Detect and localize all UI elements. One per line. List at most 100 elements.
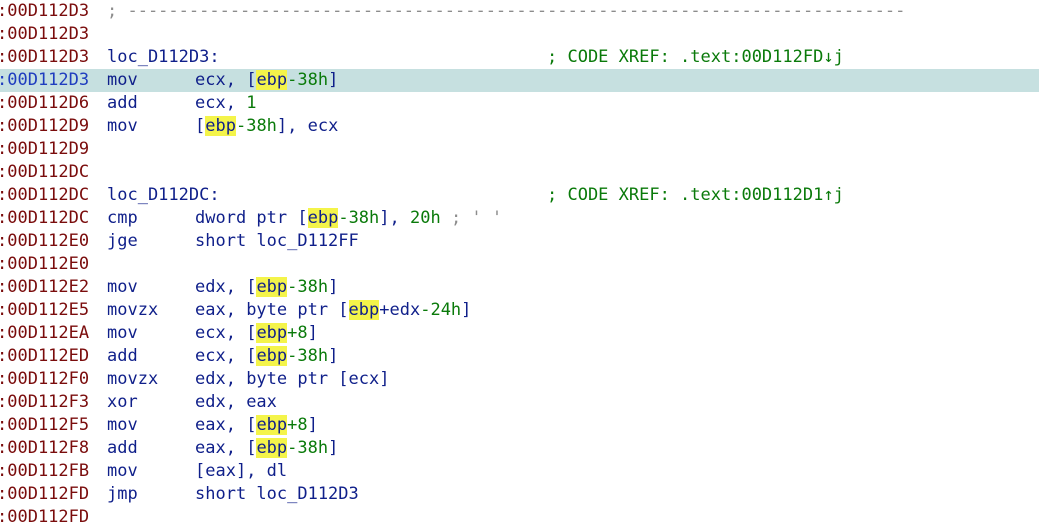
operands[interactable]: [eax], dl: [195, 460, 287, 483]
mnemonic[interactable]: mov: [107, 276, 138, 299]
highlighted-register[interactable]: ebp: [348, 300, 380, 320]
separator-line[interactable]: :00D112D3 ; -----------------------------…: [0, 0, 1039, 23]
operands[interactable]: short loc_D112D3: [195, 483, 359, 506]
operand-token[interactable]: , [: [226, 277, 257, 297]
operand-token[interactable]: ]: [308, 415, 318, 435]
mnemonic[interactable]: mov: [107, 115, 138, 138]
mnemonic[interactable]: add: [107, 345, 138, 368]
numeric-operand[interactable]: -38h: [287, 70, 328, 90]
mnemonic[interactable]: mov: [107, 414, 138, 437]
operand-token[interactable]: , [: [226, 323, 257, 343]
operand-token[interactable]: , byte ptr [: [226, 300, 349, 320]
operand-token[interactable]: dword ptr: [195, 208, 297, 228]
blank-line[interactable]: :00D112E0: [0, 253, 1039, 276]
operands[interactable]: edx, [ebp-38h]: [195, 276, 338, 299]
xref-comment[interactable]: ; CODE XREF: .text:00D112D1↑j: [547, 184, 844, 207]
numeric-operand[interactable]: -38h: [236, 116, 277, 136]
mnemonic[interactable]: add: [107, 437, 138, 460]
instruction-line[interactable]: :00D112D6 add ecx, 1: [0, 92, 1039, 115]
numeric-operand[interactable]: -38h: [287, 438, 328, 458]
highlighted-register[interactable]: ebp: [256, 415, 288, 435]
numeric-operand[interactable]: 20h: [410, 208, 441, 228]
address[interactable]: :00D112F5: [0, 414, 89, 437]
code-label[interactable]: loc_D112D3:: [107, 46, 220, 69]
instruction-line[interactable]: :00D112FB mov [eax], dl: [0, 460, 1039, 483]
operand-token[interactable]: short loc_D112FF: [195, 231, 359, 251]
mnemonic[interactable]: jmp: [107, 483, 138, 506]
address[interactable]: :00D112D9: [0, 115, 89, 138]
mnemonic[interactable]: cmp: [107, 207, 138, 230]
operand-token[interactable]: +edx: [379, 300, 420, 320]
numeric-operand[interactable]: -38h: [338, 208, 379, 228]
operand-token[interactable]: ]: [328, 346, 338, 366]
operand-token[interactable]: ecx: [195, 93, 226, 113]
operand-token[interactable]: ,: [226, 93, 246, 113]
inline-comment[interactable]: ; ' ': [441, 208, 502, 228]
instruction-line[interactable]: :00D112E2 mov edx, [ebp-38h]: [0, 276, 1039, 299]
numeric-operand[interactable]: -38h: [287, 277, 328, 297]
operand-token[interactable]: ]: [328, 438, 338, 458]
numeric-operand[interactable]: -38h: [287, 346, 328, 366]
address[interactable]: :00D112E2: [0, 276, 89, 299]
operands[interactable]: ecx, [ebp+8]: [195, 322, 318, 345]
operand-token[interactable]: eax: [195, 415, 226, 435]
operand-token[interactable]: [: [297, 208, 307, 228]
operand-token[interactable]: eax: [195, 300, 226, 320]
operand-token[interactable]: , [: [226, 70, 257, 90]
operand-token[interactable]: [: [195, 116, 205, 136]
highlighted-register[interactable]: ebp: [256, 323, 288, 343]
instruction-line[interactable]: :00D112F3 xor edx, eax: [0, 391, 1039, 414]
instruction-line[interactable]: :00D112E0 jge short loc_D112FF: [0, 230, 1039, 253]
instruction-line[interactable]: :00D112F5 mov eax, [ebp+8]: [0, 414, 1039, 437]
operand-token[interactable]: , byte ptr [ecx]: [226, 369, 390, 389]
address[interactable]: :00D112FD: [0, 506, 89, 522]
operand-token[interactable]: ],: [379, 208, 410, 228]
highlighted-register[interactable]: ebp: [256, 438, 288, 458]
operand-token[interactable]: , eax: [226, 392, 277, 412]
highlighted-register[interactable]: ebp: [256, 70, 288, 90]
address[interactable]: :00D112DC: [0, 161, 89, 184]
numeric-operand[interactable]: 1: [246, 93, 256, 113]
address[interactable]: :00D112FD: [0, 483, 89, 506]
address[interactable]: :00D112F3: [0, 391, 89, 414]
instruction-line[interactable]: :00D112DC cmp dword ptr [ebp-38h], 20h ; '…: [0, 207, 1039, 230]
operand-token[interactable]: edx: [195, 369, 226, 389]
operand-token[interactable]: ],: [277, 116, 308, 136]
operand-token[interactable]: short loc_D112D3: [195, 484, 359, 504]
mnemonic[interactable]: mov: [107, 460, 138, 483]
operand-token[interactable]: eax: [195, 438, 226, 458]
mnemonic[interactable]: mov: [107, 322, 138, 345]
numeric-operand[interactable]: +8: [287, 323, 307, 343]
operand-token[interactable]: ]: [308, 323, 318, 343]
instruction-line[interactable]: :00D112ED add ecx, [ebp-38h]: [0, 345, 1039, 368]
operands[interactable]: eax, [ebp+8]: [195, 414, 318, 437]
address[interactable]: :00D112D6: [0, 92, 89, 115]
mnemonic[interactable]: add: [107, 92, 138, 115]
operand-token[interactable]: ecx: [195, 70, 226, 90]
operand-token[interactable]: , [: [226, 415, 257, 435]
address[interactable]: :00D112E5: [0, 299, 89, 322]
address[interactable]: :00D112FB: [0, 460, 89, 483]
mnemonic[interactable]: jge: [107, 230, 138, 253]
instruction-line[interactable]: :00D112EA mov ecx, [ebp+8]: [0, 322, 1039, 345]
instruction-line[interactable]: :00D112D9 mov [ebp-38h], ecx: [0, 115, 1039, 138]
instruction-line[interactable]: :00D112FD jmp short loc_D112D3: [0, 483, 1039, 506]
highlighted-register[interactable]: ebp: [205, 116, 236, 136]
mnemonic[interactable]: movzx: [107, 299, 158, 322]
blank-line[interactable]: :00D112FD: [0, 506, 1039, 522]
operand-token[interactable]: ]: [328, 277, 338, 297]
address[interactable]: :00D112ED: [0, 345, 89, 368]
instruction-line[interactable]: :00D112D3 mov ecx, [ebp-38h]: [0, 69, 1039, 92]
operand-token[interactable]: , [: [226, 438, 257, 458]
operand-token[interactable]: ecx: [195, 346, 226, 366]
mnemonic[interactable]: movzx: [107, 368, 158, 391]
operands[interactable]: edx, eax: [195, 391, 277, 414]
label-line[interactable]: :00D112D3 loc_D112D3: ; CODE XREF: .text:0…: [0, 46, 1039, 69]
blank-line[interactable]: :00D112D9: [0, 138, 1039, 161]
operands[interactable]: eax, [ebp-38h]: [195, 437, 338, 460]
address[interactable]: :00D112D9: [0, 138, 89, 161]
code-label[interactable]: loc_D112DC:: [107, 184, 220, 207]
operand-token[interactable]: ]: [461, 300, 471, 320]
highlighted-register[interactable]: ebp: [307, 208, 339, 228]
address[interactable]: :00D112D3: [0, 23, 89, 46]
